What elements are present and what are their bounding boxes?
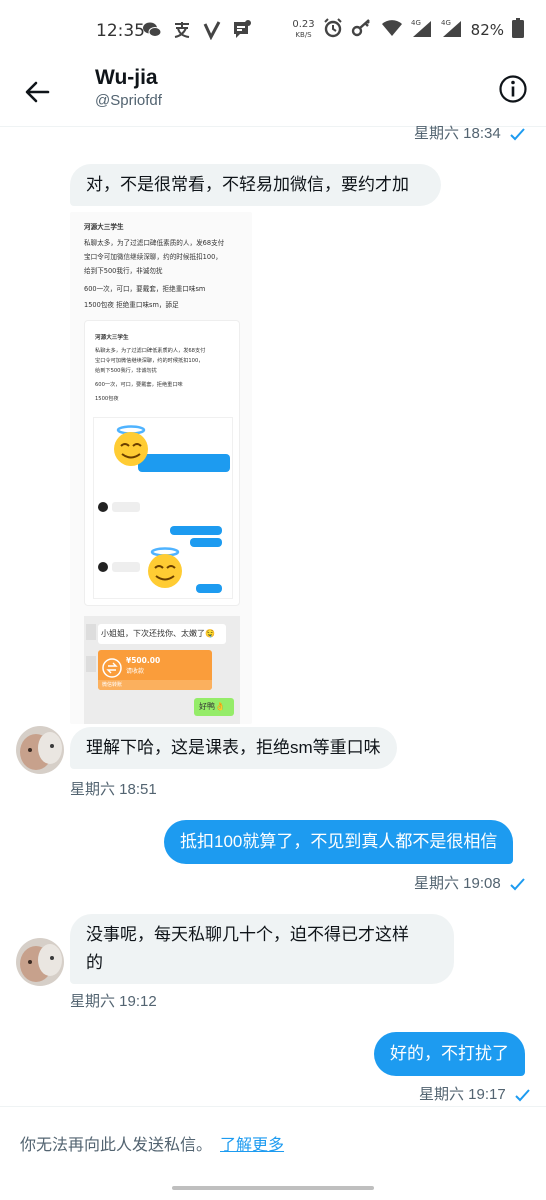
key-icon <box>351 18 373 42</box>
wifi-icon <box>381 19 403 41</box>
message-timestamp: 星期六 19:12 <box>70 993 157 1010</box>
v-app-icon <box>202 20 222 41</box>
svg-text:4G: 4G <box>411 19 421 27</box>
message-timestamp: 星期六 18:51 <box>70 781 157 798</box>
image-text: 给到下500我行，非诚勿扰 <box>95 368 157 374</box>
read-check-icon <box>515 1089 530 1102</box>
conversation-header: Wu-jia @Spriofdf <box>0 62 546 126</box>
image-text: 600一次，可口，要戴套，拒绝重口味sm <box>84 285 206 293</box>
message-text: 的 <box>86 953 103 972</box>
image-text: 1500包夜 <box>95 396 119 402</box>
image-mini-avatar <box>98 502 108 512</box>
image-mini-avatar <box>98 562 108 572</box>
battery-icon <box>512 18 524 42</box>
home-indicator[interactable] <box>172 1186 374 1190</box>
svg-text:4G: 4G <box>441 19 451 27</box>
message-text: 没事呢，每天私聊几十个，迫不得已才这样 <box>86 925 409 944</box>
contact-avatar[interactable] <box>16 726 64 774</box>
status-bar: 12:35 0.23 KB/S 4G 4G 82% <box>0 0 546 62</box>
message-timestamp: 星期六 19:08 <box>414 872 525 893</box>
image-text: 宝口令可加微信继续深聊，约的时候抵扣100， <box>84 253 222 261</box>
smiling-face-with-halo-icon <box>114 425 148 466</box>
message-text: 对，不是很常看，不轻易加微信，要约才加 <box>86 175 409 194</box>
status-time: 12:35 <box>96 21 145 41</box>
info-button[interactable] <box>498 74 528 104</box>
contact-handle[interactable]: @Spriofdf <box>95 92 162 109</box>
image-text: 1500包夜 拒绝重口味sm，舔足 <box>84 301 179 309</box>
transfer-icon <box>102 658 122 678</box>
image-wechat-chat: 小姐姐，下次还找你、太嫩了🤤 ¥500.00 请收款 微信转账 好鸭👌 <box>84 616 240 724</box>
image-payment-card: ¥500.00 请收款 微信转账 <box>98 650 212 690</box>
image-mini-bubble <box>112 502 140 512</box>
alipay-icon <box>172 20 192 40</box>
notification-icons <box>142 20 252 41</box>
image-text: 私聊太多，为了过滤口碑低素质的人，发68支付 <box>84 239 225 247</box>
read-check-icon <box>510 128 525 141</box>
image-reply-bubble: 好鸭👌 <box>194 698 234 716</box>
message-icon <box>232 20 252 40</box>
message-text: 理解下哈，这是课表，拒绝sm等重口味 <box>86 738 381 757</box>
smiling-face-with-halo-icon <box>148 547 182 588</box>
back-button[interactable] <box>22 76 54 108</box>
notice-text: 你无法再向此人发送私信。 <box>20 1137 213 1154</box>
signal-4g-icon: 4G <box>441 18 463 42</box>
message-text: 好的，不打扰了 <box>390 1044 509 1063</box>
message-timestamp: 星期六 18:34 <box>414 122 525 143</box>
signal-4g-icon: 4G <box>411 18 433 42</box>
system-icons: 0.23 KB/S 4G 4G 82% <box>292 18 524 42</box>
battery-percent: 82% <box>470 21 504 39</box>
message-image[interactable]: 河源大三学生 私聊太多，为了过滤口碑低素质的人，发68支付 宝口令可加微信继续深… <box>70 212 252 724</box>
image-mini-bubble <box>196 584 222 593</box>
contact-avatar[interactable] <box>16 938 64 986</box>
network-speed: 0.23 KB/S <box>292 19 315 40</box>
message-text: 抵扣100就算了，不见到真人都不是很相信 <box>180 832 498 851</box>
arrow-left-icon <box>25 81 50 103</box>
outgoing-message[interactable]: 抵扣100就算了，不见到真人都不是很相信 <box>164 820 514 864</box>
image-text: 给到下500我行，非诚勿扰 <box>84 267 163 275</box>
footer-divider <box>0 1106 546 1107</box>
image-text: 宝口令可加微信继续深聊，约的时候抵扣100， <box>95 358 204 364</box>
incoming-message[interactable]: 对，不是很常看，不轻易加微信，要约才加 <box>70 164 441 206</box>
image-text: 河源大三学生 <box>95 335 129 341</box>
dm-disabled-notice: 你无法再向此人发送私信。 了解更多 <box>20 1131 284 1155</box>
image-mini-avatar <box>86 624 96 640</box>
incoming-message[interactable]: 理解下哈，这是课表，拒绝sm等重口味 <box>70 727 397 769</box>
info-icon <box>499 75 527 103</box>
read-check-icon <box>510 878 525 891</box>
wechat-icon <box>142 20 162 40</box>
image-text: 600一次，可口，要戴套，拒绝重口味 <box>95 382 183 388</box>
message-timestamp: 星期六 19:17 <box>419 1083 530 1104</box>
incoming-message[interactable]: 没事呢，每天私聊几十个，迫不得已才这样 的 <box>70 914 454 984</box>
contact-name[interactable]: Wu-jia <box>95 66 158 90</box>
image-inner-screenshot: 河源大三学生 私聊太多，为了过滤口碑低素质的人，发68支付 宝口令可加微信继续深… <box>84 320 240 606</box>
alarm-icon <box>323 18 343 42</box>
image-mini-bubble <box>190 538 222 547</box>
image-title: 河源大三学生 <box>84 223 124 231</box>
image-chat-bubble: 小姐姐，下次还找你、太嫩了🤤 <box>98 624 226 644</box>
outgoing-message[interactable]: 好的，不打扰了 <box>374 1032 525 1076</box>
image-mini-bubble <box>170 526 222 535</box>
learn-more-link[interactable]: 了解更多 <box>220 1137 284 1154</box>
image-mini-bubble <box>112 562 140 572</box>
image-text: 私聊太多，为了过滤口碑低素质的人，发68支付 <box>95 348 206 354</box>
image-mini-avatar <box>86 656 96 672</box>
